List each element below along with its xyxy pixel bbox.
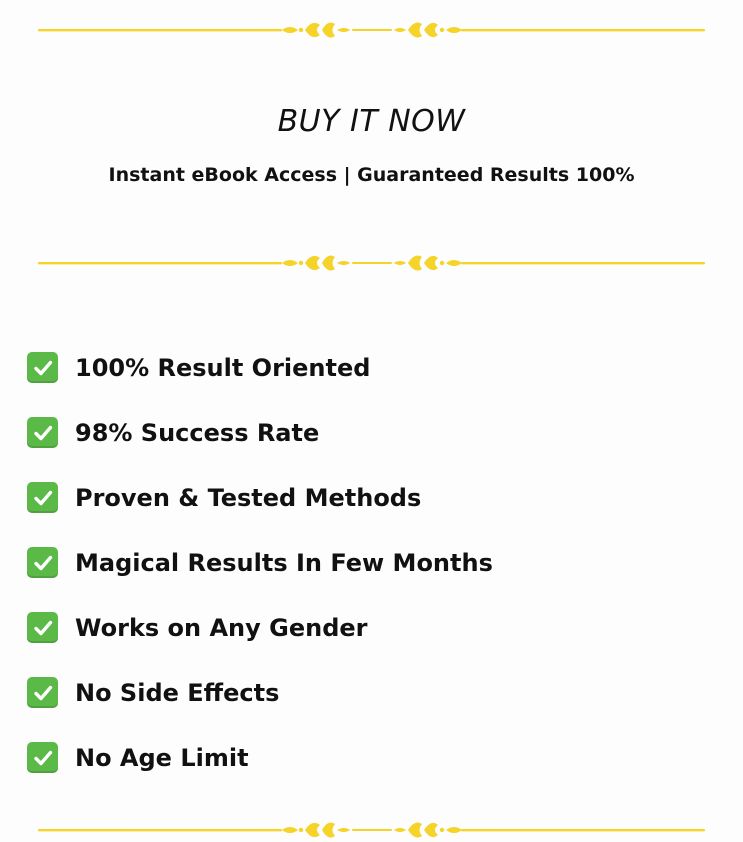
ornamental-divider-top [0, 18, 743, 42]
feature-label: 98% Success Rate [75, 418, 320, 447]
green-checkmark-icon [27, 417, 58, 448]
feature-label: 100% Result Oriented [75, 353, 371, 382]
green-checkmark-icon [27, 352, 58, 383]
ornamental-divider-bottom [0, 818, 743, 842]
feature-label: Proven & Tested Methods [75, 483, 422, 512]
feature-list: 100% Result Oriented 98% Success Rate Pr… [27, 335, 727, 790]
ornament-divider-icon [38, 22, 705, 38]
feature-label: No Side Effects [75, 678, 280, 707]
feature-item: Works on Any Gender [27, 595, 727, 660]
green-checkmark-icon [27, 677, 58, 708]
feature-label: No Age Limit [75, 743, 249, 772]
feature-item: 98% Success Rate [27, 400, 727, 465]
ornament-divider-icon [38, 255, 705, 271]
green-checkmark-icon [27, 742, 58, 773]
feature-item: Magical Results In Few Months [27, 530, 727, 595]
feature-item: No Age Limit [27, 725, 727, 790]
page-title: BUY IT NOW [277, 104, 466, 139]
page-subtitle: Instant eBook Access | Guaranteed Result… [108, 164, 635, 186]
feature-item: Proven & Tested Methods [27, 465, 727, 530]
green-checkmark-icon [27, 612, 58, 643]
feature-item: No Side Effects [27, 660, 727, 725]
feature-item: 100% Result Oriented [27, 335, 727, 400]
feature-label: Magical Results In Few Months [75, 548, 493, 577]
green-checkmark-icon [27, 547, 58, 578]
ornament-divider-icon [38, 822, 705, 838]
green-checkmark-icon [27, 482, 58, 513]
feature-label: Works on Any Gender [75, 613, 368, 642]
ornamental-divider-middle [0, 251, 743, 275]
